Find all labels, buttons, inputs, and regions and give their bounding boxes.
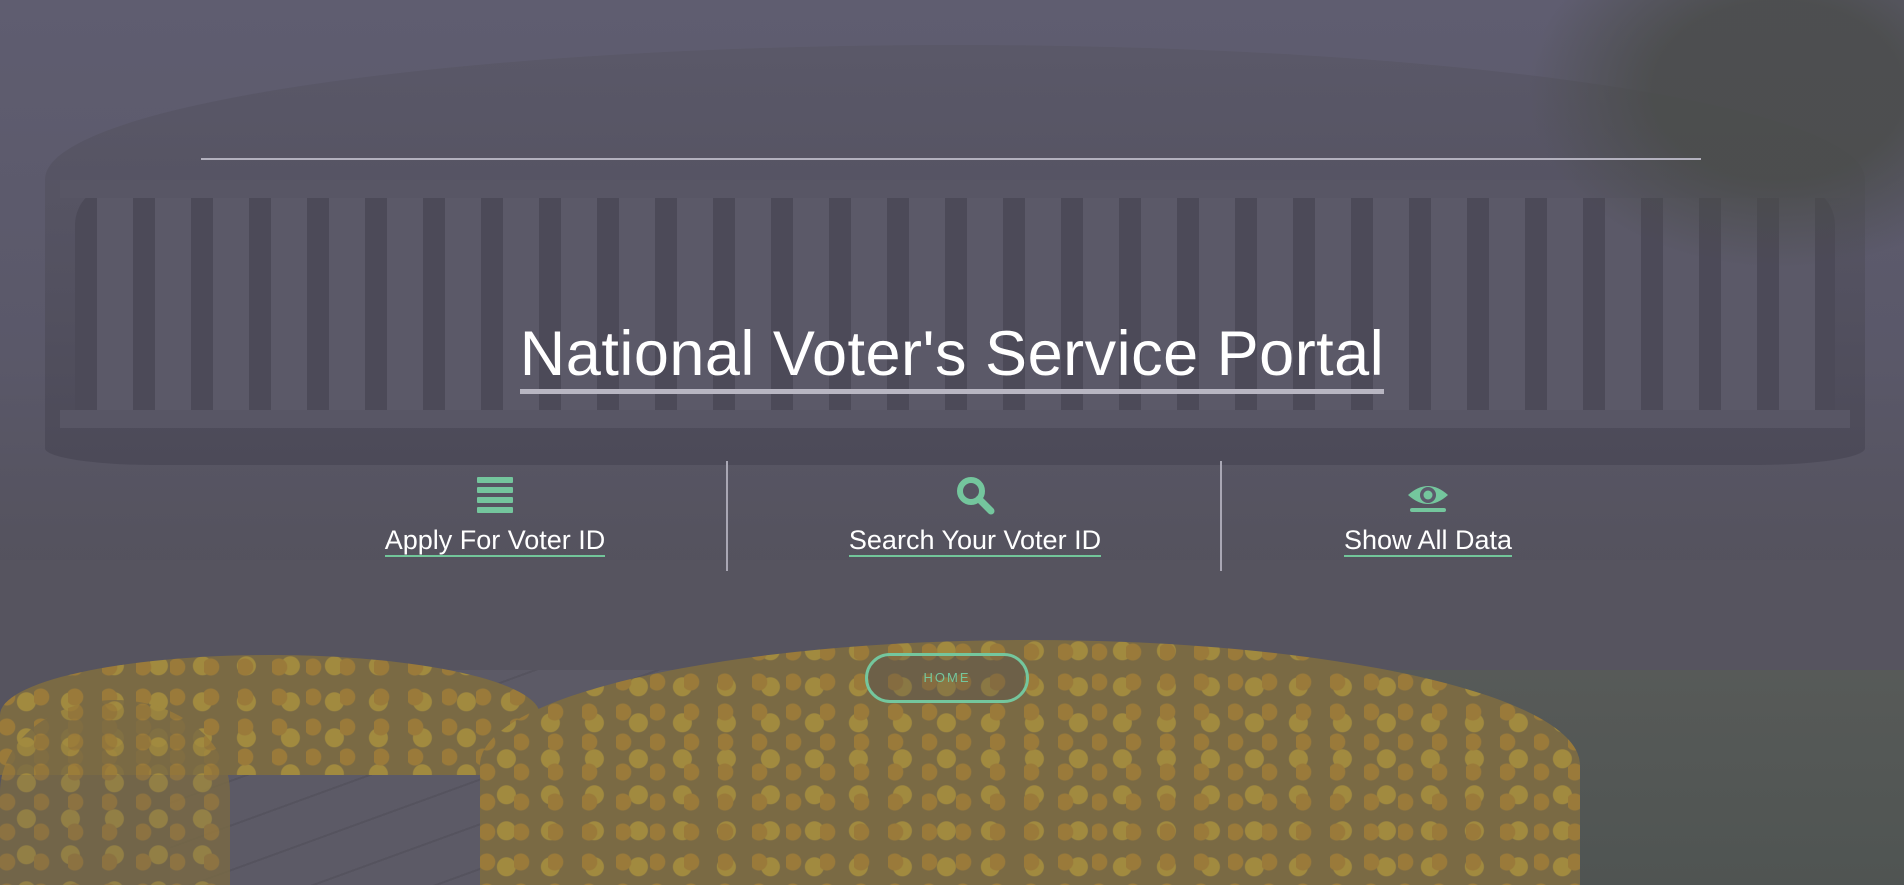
- feature-search: Search Your Voter ID: [765, 475, 1185, 557]
- apply-voter-id-link[interactable]: Apply For Voter ID: [384, 525, 606, 557]
- tree-foliage: [1484, 0, 1904, 300]
- page-title-text: National Voter's Service Portal: [519, 319, 1385, 394]
- feature-apply: Apply For Voter ID: [285, 475, 705, 557]
- feature-show-data: Show All Data: [1218, 475, 1638, 557]
- show-all-data-link[interactable]: Show All Data: [1343, 525, 1513, 557]
- home-button[interactable]: HOME: [865, 653, 1029, 703]
- building-base-band: [60, 410, 1850, 428]
- list-icon: [477, 477, 513, 513]
- search-voter-id-link[interactable]: Search Your Voter ID: [848, 525, 1102, 557]
- foreground-plant: [0, 700, 230, 885]
- background-photo: [0, 0, 1904, 885]
- flower-bed-center: [480, 640, 1580, 885]
- page-title: National Voter's Service Portal: [0, 318, 1904, 394]
- feature-separator: [726, 461, 728, 571]
- top-divider: [201, 158, 1701, 160]
- search-icon: [957, 477, 995, 515]
- eye-icon: [1408, 486, 1448, 512]
